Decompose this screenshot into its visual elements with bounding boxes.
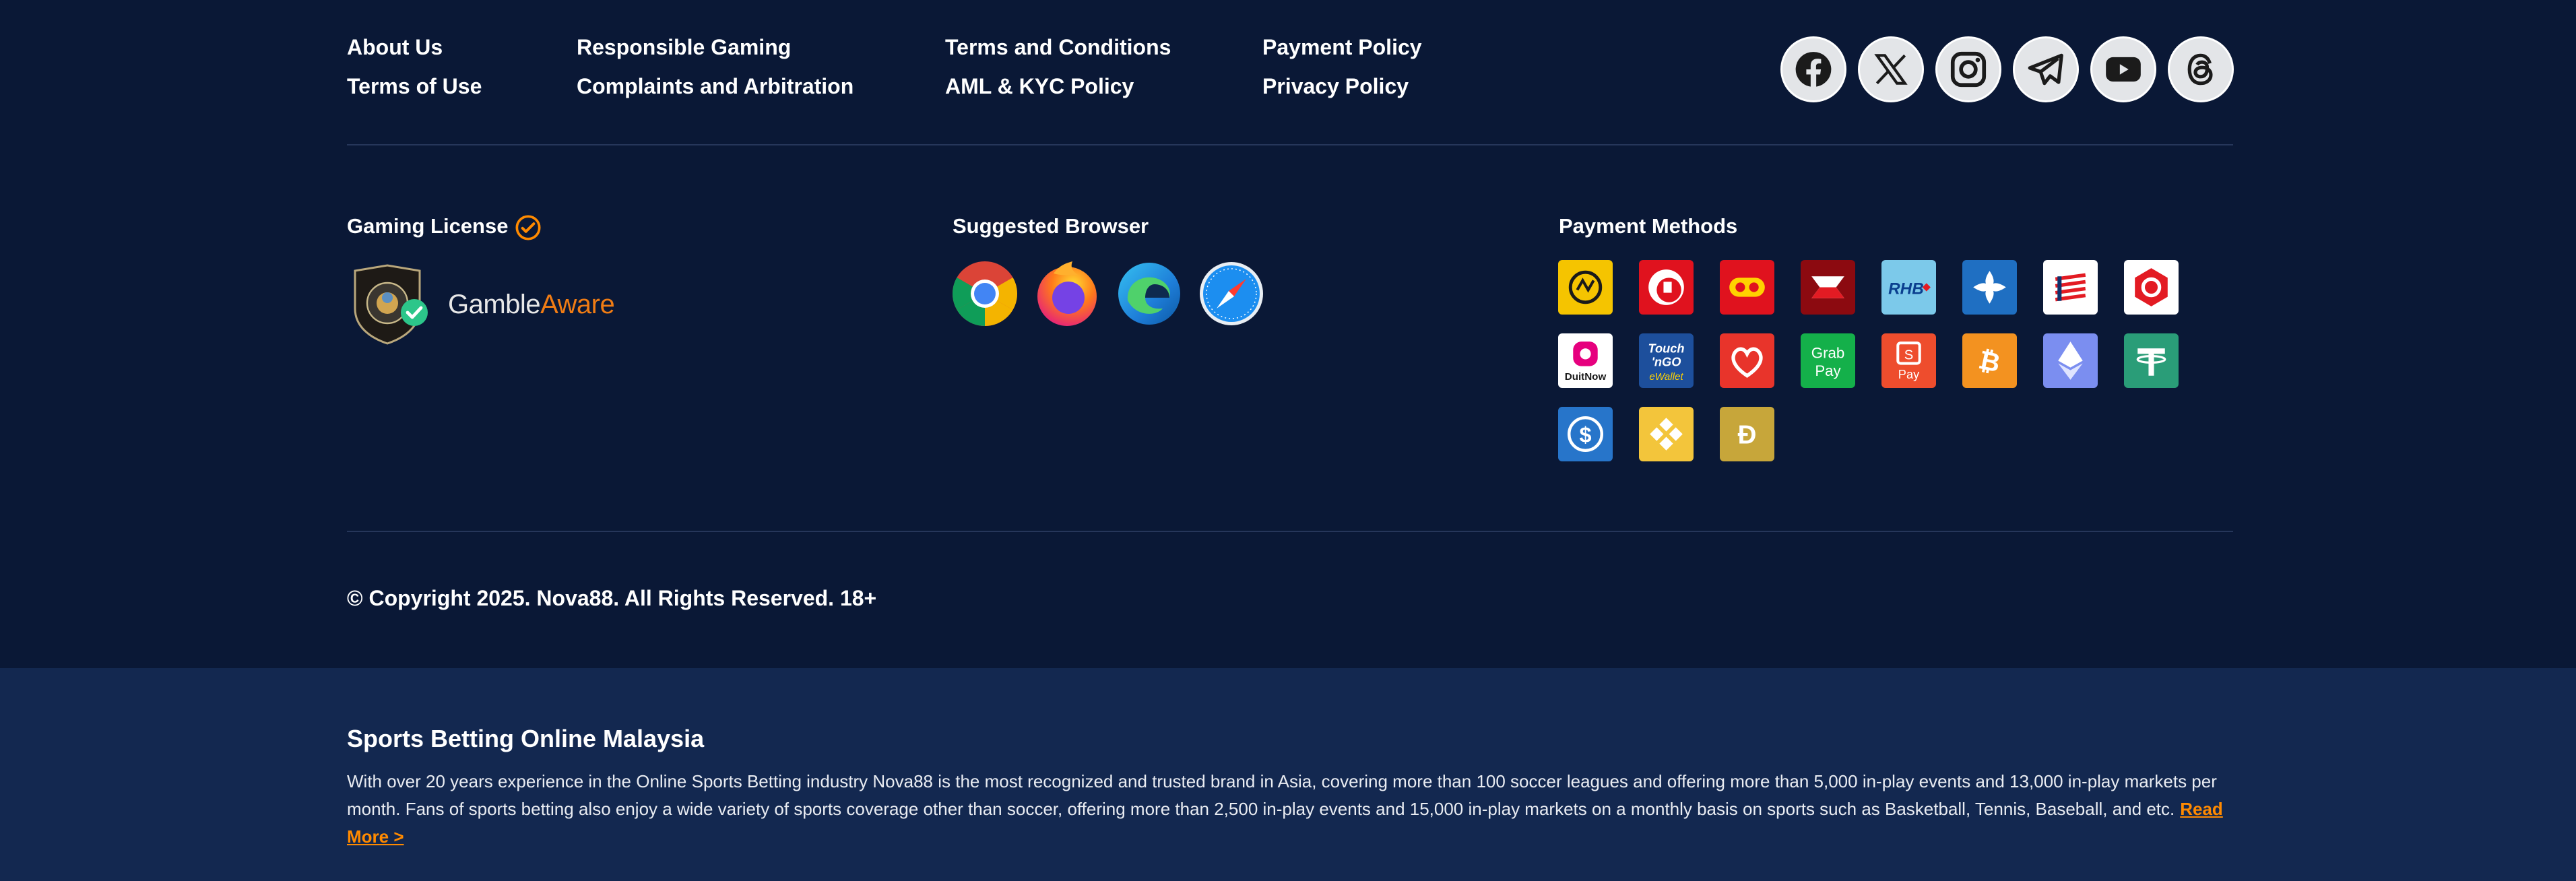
gambleaware-logo[interactable]: GambleAware — [448, 290, 615, 319]
maybank-icon — [1568, 270, 1603, 304]
instagram-button[interactable] — [1935, 36, 2001, 102]
links-column-3: Terms and Conditions AML & KYC Policy — [945, 35, 1171, 98]
dogecoin-icon: Đ — [1738, 421, 1757, 450]
facebook-icon — [1795, 52, 1832, 87]
grabpay-text-2: Pay — [1815, 362, 1841, 379]
cimb-logo — [1801, 260, 1855, 315]
bitcoin-icon: ₿ — [1976, 346, 2003, 379]
firefox-icon[interactable] — [1033, 260, 1101, 327]
payment-policy-link[interactable]: Payment Policy — [1262, 35, 1422, 59]
payment-methods-title: Payment Methods — [1559, 214, 1738, 238]
boost-icon — [1731, 347, 1763, 378]
telegram-button[interactable] — [2013, 36, 2079, 102]
x-button[interactable] — [1858, 36, 1924, 102]
grabpay-icon: GrabPay — [1811, 344, 1845, 379]
edge-icon[interactable] — [1116, 260, 1183, 327]
rhb-logo: RHB — [1881, 260, 1936, 315]
svg-text:Đ: Đ — [1738, 421, 1757, 450]
tether-logo — [2124, 333, 2179, 388]
seo-paragraph: With over 20 years experience in the Onl… — [347, 768, 2240, 851]
grabpay-text-1: Grab — [1811, 344, 1845, 361]
bank-islam-icon — [1973, 271, 2006, 304]
shopee-s-glyph: S — [1904, 348, 1914, 362]
links-column-2: Responsible Gaming Complaints and Arbitr… — [577, 35, 854, 98]
responsible-gaming-link[interactable]: Responsible Gaming — [577, 35, 854, 59]
license-badges: GambleAware — [347, 263, 615, 346]
boost-logo — [1720, 333, 1774, 388]
gambleaware-part1: Gamble — [448, 290, 541, 319]
bitcoin-logo: ₿ — [1962, 333, 2017, 388]
license-seal-icon[interactable] — [347, 263, 436, 346]
youtube-button[interactable] — [2090, 36, 2156, 102]
verified-check-icon — [515, 215, 541, 240]
shopeepay-logo: S Pay — [1881, 333, 1936, 388]
divider-bottom — [347, 531, 2233, 532]
svg-text:₿: ₿ — [1976, 346, 2003, 379]
hong-leong-icon — [2055, 273, 2086, 302]
touchngo-text-2: 'nGO — [1652, 356, 1681, 369]
rhb-text: RHB — [1888, 280, 1924, 298]
rhb-icon: RHB — [1888, 280, 1931, 298]
duitnow-logo: DuitNow — [1558, 333, 1613, 388]
safari-icon[interactable] — [1198, 260, 1265, 327]
touchngo-text-3: eWallet — [1649, 371, 1683, 383]
cimb-icon — [1811, 276, 1844, 298]
svg-text:$: $ — [1579, 423, 1591, 447]
dogecoin-logo: Đ — [1720, 407, 1774, 461]
links-column-4: Payment Policy Privacy Policy — [1262, 35, 1422, 98]
instagram-icon — [1950, 51, 1987, 88]
ambank-icon — [1729, 278, 1765, 297]
bnb-icon — [1650, 418, 1683, 451]
divider-top — [347, 144, 2233, 145]
touchngo-icon: Touch'nGO eWallet — [1648, 341, 1685, 383]
bnb-logo — [1639, 407, 1694, 461]
youtube-icon — [2106, 57, 2141, 82]
tether-icon — [2136, 348, 2166, 376]
threads-icon — [2187, 53, 2213, 86]
facebook-button[interactable] — [1780, 36, 1846, 102]
privacy-policy-link[interactable]: Privacy Policy — [1262, 74, 1422, 98]
complaints-link[interactable]: Complaints and Arbitration — [577, 74, 854, 98]
footer-links: About Us Terms of Use Responsible Gaming… — [347, 35, 1492, 109]
ethereum-logo — [2043, 333, 2098, 388]
threads-button[interactable] — [2168, 36, 2234, 102]
footer-top: About Us Terms of Use Responsible Gaming… — [0, 0, 2576, 668]
duitnow-text: DuitNow — [1565, 371, 1607, 383]
grabpay-logo: Grab Pay — [1801, 333, 1855, 388]
seo-text: With over 20 years experience in the Onl… — [347, 771, 2217, 819]
terms-of-use-link[interactable]: Terms of Use — [347, 74, 482, 98]
telegram-icon — [2028, 53, 2063, 86]
aml-kyc-link[interactable]: AML & KYC Policy — [945, 74, 1171, 98]
payment-methods-grid: RHB DuitNow Touch'nGO eWallet Grab Pay S Pa… — [1558, 260, 2205, 461]
seo-title: Sports Betting Online Malaysia — [347, 725, 705, 752]
ethereum-icon — [2058, 341, 2083, 380]
bsn-icon — [2135, 268, 2168, 306]
suggested-browser-title: Suggested Browser — [953, 214, 1149, 238]
copyright-text: © Copyright 2025. Nova88. All Rights Res… — [347, 586, 877, 610]
ambank-logo — [1720, 260, 1774, 315]
hong-leong-logo — [2043, 260, 2098, 315]
touchngo-text-1: Touch — [1648, 341, 1685, 355]
gaming-license-title: Gaming License — [347, 214, 509, 238]
maybank-logo — [1558, 260, 1613, 315]
touchngo-logo: Touch'nGO eWallet — [1639, 333, 1694, 388]
gaming-license-heading: Gaming License — [347, 214, 542, 241]
gambleaware-part2: Aware — [540, 290, 615, 319]
chrome-icon[interactable] — [951, 260, 1019, 327]
browser-list — [951, 260, 1265, 327]
shopeepay-text: Pay — [1898, 368, 1920, 381]
public-bank-logo — [1639, 260, 1694, 315]
bank-islam-logo — [1962, 260, 2017, 315]
usdc-logo: $ — [1558, 407, 1613, 461]
about-us-link[interactable]: About Us — [347, 35, 482, 59]
social-links — [1780, 36, 2234, 102]
shopeepay-icon: S Pay — [1896, 341, 1921, 381]
x-twitter-icon — [1874, 54, 1908, 85]
bsn-logo — [2124, 260, 2179, 315]
public-bank-icon — [1648, 269, 1684, 305]
duitnow-icon: DuitNow — [1565, 341, 1607, 383]
terms-conditions-link[interactable]: Terms and Conditions — [945, 35, 1171, 59]
usdc-icon: $ — [1567, 416, 1604, 453]
links-column-1: About Us Terms of Use — [347, 35, 482, 98]
